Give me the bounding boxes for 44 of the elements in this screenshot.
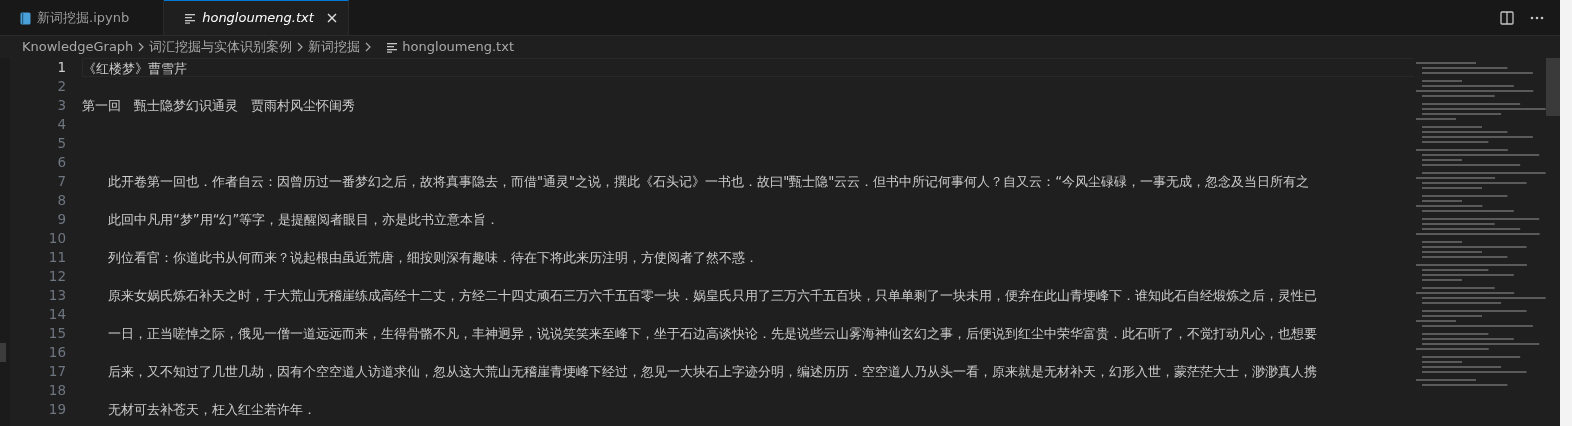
line-number: 12 bbox=[47, 267, 67, 286]
line-number: 14 bbox=[47, 305, 67, 324]
code-line: 此回中凡用“梦”用“幻”等字，是提醒阅者眼目，亦是此书立意本旨． bbox=[107, 212, 500, 227]
breadcrumb-item[interactable]: hongloumeng.txt bbox=[402, 37, 514, 57]
scroll-marker bbox=[0, 343, 6, 362]
notebook-icon bbox=[20, 11, 31, 25]
code-line: 此开卷第一回也．作者自云：因曾历过一番梦幻之后，故将真事隐去，而借"通灵"之说，撰此《石头记》一书也．故曰"甄士隐"云云．但书中所记何事何人？自又云：“今风尘碌碌，一事无成，忽念及当日所有之 bbox=[107, 174, 1310, 189]
breadcrumb-item[interactable]: 新词挖掘 bbox=[308, 37, 361, 57]
code-line: 一日，正当嗟悼之际，俄见一僧一道远远而来，生得骨骼不凡，丰神迥异，说说笑笑来至峰下，坐于石边高谈快论．先是说些云山雾海神仙玄幻之事，后便说到红尘中荣华富贵．此石听了，不觉打动凡心，也想要 bbox=[107, 326, 1317, 341]
code-line: 无材可去补苍天，枉入红尘若许年． bbox=[107, 402, 316, 417]
line-number: 4 bbox=[56, 115, 67, 134]
code-line: 列位看官：你道此书从何而来？说起根由虽近荒唐，细按则深有趣味．待在下将此来历注明，方使阅者了然不惑． bbox=[107, 250, 758, 265]
line-number: 17 bbox=[47, 362, 67, 381]
line-number: 16 bbox=[47, 343, 67, 362]
editor-tab[interactable]: hongloumeng.txt bbox=[164, 0, 349, 35]
text-file-icon bbox=[184, 12, 197, 24]
line-number: 7 bbox=[56, 172, 67, 191]
split-editor-icon[interactable] bbox=[1500, 10, 1514, 25]
line-number: 6 bbox=[56, 153, 67, 172]
text-file-icon bbox=[386, 41, 399, 53]
code-line: 原来女娲氏炼石补天之时，于大荒山无稽崖练成高经十二丈，方经二十四丈顽石三万六千五百零一块．娲皇氏只用了三万六千五百块，只单单剩了一块未用，便弃在此山青埂峰下．谁知此石自经煅炼之后，灵性已 bbox=[107, 288, 1317, 303]
chevron-icon bbox=[137, 42, 146, 52]
breadcrumb-item[interactable]: KnowledgeGraph bbox=[22, 37, 134, 57]
code-line: 《红楼梦》曹雪芹 bbox=[83, 61, 187, 76]
code-line: 第一回 甄士隐梦幻识通灵 贾雨村风尘怀闺秀 bbox=[82, 98, 355, 113]
line-number: 11 bbox=[47, 248, 67, 267]
line-number: 19 bbox=[47, 400, 67, 419]
line-number: 18 bbox=[47, 381, 67, 400]
code-line: 后来，又不知过了几世几劫，因有个空空道人访道求仙，忽从这大荒山无稽崖青埂峰下经过，忽见一大块石上字迹分明，编述历历．空空道人乃从头一看，原来就是无材补天，幻形入世，蒙茫茫大士，渺渺真人携 bbox=[107, 364, 1317, 379]
line-number: 13 bbox=[47, 286, 67, 305]
chevron-icon bbox=[364, 42, 373, 52]
more-actions-icon[interactable] bbox=[1530, 15, 1544, 20]
line-number: 3 bbox=[56, 96, 67, 115]
line-number: 15 bbox=[47, 324, 67, 343]
chevron-icon bbox=[296, 42, 305, 52]
line-number: 5 bbox=[56, 134, 67, 153]
line-number: 10 bbox=[47, 229, 67, 248]
close-icon[interactable] bbox=[325, 12, 338, 24]
line-number: 1 bbox=[56, 58, 67, 77]
line-number: 2 bbox=[56, 77, 67, 96]
scrollbar-thumb[interactable] bbox=[1546, 58, 1560, 116]
line-number: 8 bbox=[56, 191, 67, 210]
breadcrumb-item[interactable]: 词汇挖掘与实体识别案例 bbox=[149, 37, 293, 57]
line-number: 9 bbox=[56, 210, 67, 229]
